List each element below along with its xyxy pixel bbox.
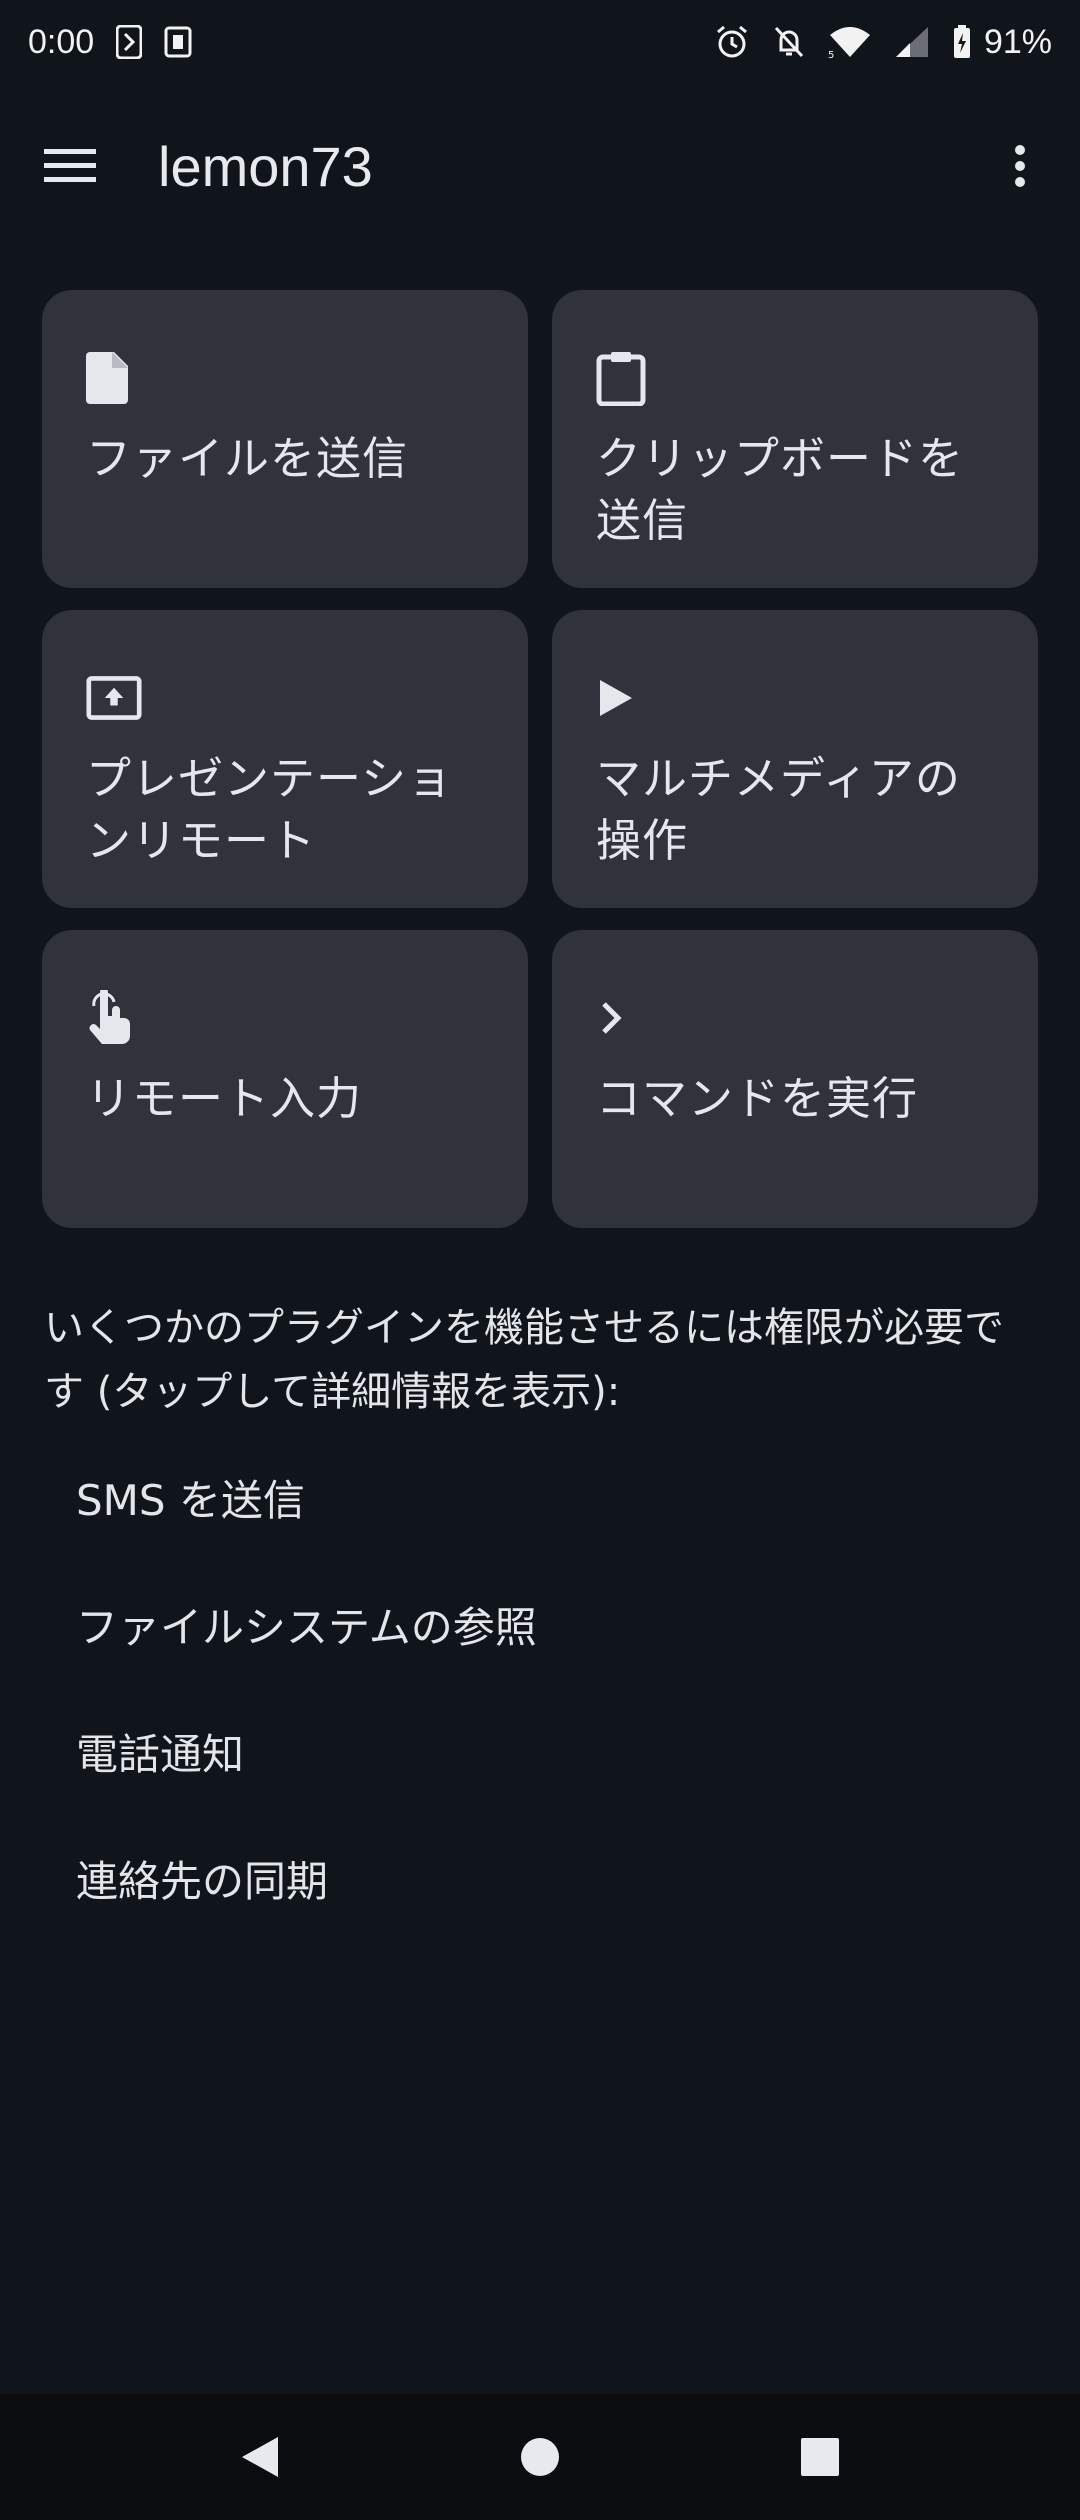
permission-item-send-sms[interactable]: SMS を送信 xyxy=(76,1465,976,1592)
presentation-remote-card[interactable]: プレゼンテーションリモート xyxy=(42,610,528,908)
presentation-icon xyxy=(86,670,142,726)
multimedia-control-card[interactable]: マルチメディアの操作 xyxy=(552,610,1038,908)
card-label: プレゼンテーションリモート xyxy=(86,752,454,867)
wifi-icon: 5 xyxy=(828,25,872,59)
run-command-card[interactable]: コマンドを実行 xyxy=(552,930,1038,1228)
svg-text:5: 5 xyxy=(828,50,834,59)
permission-item-contacts-sync[interactable]: 連絡先の同期 xyxy=(76,1846,976,1973)
signal-icon xyxy=(894,25,930,59)
permissions-list: SMS を送信 ファイルシステムの参照 電話通知 連絡先の同期 xyxy=(76,1465,976,1973)
system-navigation-bar xyxy=(0,2394,1080,2520)
card-label: ファイルを送信 xyxy=(86,432,409,485)
battery-percent: 91% xyxy=(983,22,1052,61)
notification-app-icon xyxy=(116,25,143,59)
notification-app2-icon xyxy=(164,26,192,58)
battery-charging-icon xyxy=(952,24,972,60)
screen: 0:00 5 91% lemon73 ファイルを送信 クリップボードを送信 プレ… xyxy=(0,0,1080,2520)
send-clipboard-card[interactable]: クリップボードを送信 xyxy=(552,290,1038,588)
permission-item-filesystem[interactable]: ファイルシステムの参照 xyxy=(76,1592,976,1719)
permissions-intro[interactable]: いくつかのプラグインを機能させるには権限が必要です (タップして詳細情報を表示)… xyxy=(44,1296,1034,1424)
permission-item-telephony[interactable]: 電話通知 xyxy=(76,1719,976,1846)
mute-icon xyxy=(772,24,806,60)
status-left: 0:00 xyxy=(28,23,192,62)
status-bar: 0:00 5 91% xyxy=(0,0,1080,84)
chevron-right-icon xyxy=(596,990,652,1046)
status-right: 5 91% xyxy=(714,23,1052,62)
file-icon xyxy=(86,350,142,406)
more-vert-icon[interactable] xyxy=(1000,136,1040,196)
status-time: 0:00 xyxy=(28,22,95,61)
clipboard-icon xyxy=(596,350,652,406)
send-file-card[interactable]: ファイルを送信 xyxy=(42,290,528,588)
card-label: リモート入力 xyxy=(86,1072,363,1125)
touch-icon xyxy=(86,990,142,1046)
card-label: コマンドを実行 xyxy=(596,1072,919,1125)
hamburger-menu-icon[interactable] xyxy=(40,136,100,196)
app-title: lemon73 xyxy=(158,135,373,198)
card-label: マルチメディアの操作 xyxy=(596,752,961,867)
alarm-icon xyxy=(714,24,750,60)
top-app-bar: lemon73 xyxy=(0,100,1080,230)
back-icon[interactable] xyxy=(220,2417,300,2497)
card-label: クリップボードを送信 xyxy=(596,432,965,547)
remote-input-card[interactable]: リモート入力 xyxy=(42,930,528,1228)
home-icon[interactable] xyxy=(500,2417,580,2497)
recents-icon[interactable] xyxy=(780,2417,860,2497)
play-icon xyxy=(596,670,652,726)
plugin-cards-grid: ファイルを送信 クリップボードを送信 プレゼンテーションリモート マルチメディア… xyxy=(42,290,1038,1228)
